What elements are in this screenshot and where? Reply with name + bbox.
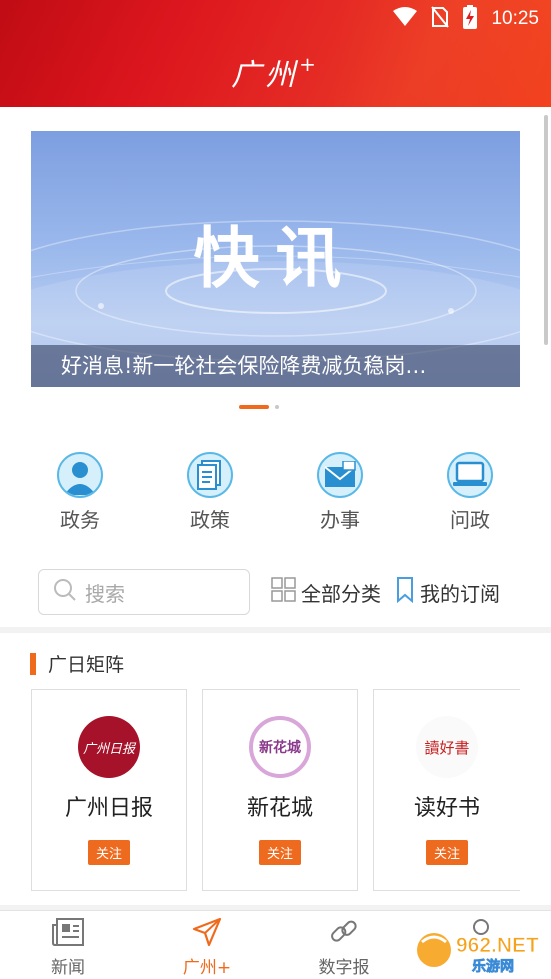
- nav-digital-paper[interactable]: 数字报: [299, 917, 389, 978]
- quick-link-banshi[interactable]: 办事: [300, 452, 380, 533]
- nav-label: 广州+: [182, 958, 232, 978]
- carousel-dot: [275, 405, 279, 409]
- envelope-icon: [317, 452, 363, 498]
- document-icon: [187, 452, 233, 498]
- bookmark-icon: [396, 577, 414, 608]
- no-sim-icon: [431, 6, 450, 32]
- quick-link-label: 问政: [450, 508, 490, 532]
- quick-link-label: 政务: [60, 508, 100, 532]
- nav-guangzhou-plus[interactable]: 广州+: [162, 917, 252, 978]
- nav-news[interactable]: 新闻: [23, 917, 113, 978]
- read-good-books-logo-text: 讀好書: [424, 738, 470, 757]
- matrix-card-guangzhou-daily[interactable]: 广州日报 广州日报 关注: [31, 689, 187, 891]
- my-subscriptions-label: 我的订阅: [420, 582, 500, 606]
- nav-label: 新闻: [51, 958, 85, 978]
- all-categories-label: 全部分类: [301, 582, 381, 606]
- xinhuacheng-logo: 新花城: [249, 716, 311, 778]
- my-subscriptions-button[interactable]: 我的订阅: [396, 577, 500, 608]
- carousel-dot-active: [239, 405, 269, 409]
- quick-link-zhengce[interactable]: 政策: [170, 452, 250, 533]
- matrix-card-xinhuacheng[interactable]: 新花城 新花城 关注: [202, 689, 358, 891]
- watermark-text: 962.NET: [456, 934, 539, 957]
- laptop-icon: [447, 452, 493, 498]
- follow-button[interactable]: 关注: [258, 840, 301, 865]
- carousel-indicator: [239, 405, 279, 409]
- watermark-graphic: 962.NET 乐游网: [417, 933, 539, 975]
- all-categories-button[interactable]: 全部分类: [271, 577, 381, 608]
- xinhuacheng-logo-text: 新花城: [259, 740, 301, 756]
- status-bar: 10:25: [393, 5, 539, 33]
- app-logo-plus: +: [299, 52, 320, 76]
- guangzhou-daily-logo-text: 广州日报: [82, 741, 135, 757]
- link-icon: [328, 920, 360, 951]
- guangzhou-daily-logo: 广州日报: [78, 716, 140, 778]
- watermark-subtext: 乐游网: [472, 958, 514, 974]
- quick-link-label: 办事: [320, 508, 360, 532]
- section-accent-bar: [30, 652, 36, 675]
- banner-title: 快讯: [193, 220, 358, 297]
- card-name: 读好书: [413, 796, 480, 821]
- grid-icon: [271, 577, 297, 608]
- app-header: 10:25 广州+: [0, 0, 551, 107]
- nav-label: 数字报: [318, 958, 370, 978]
- quick-link-label: 政策: [190, 508, 230, 532]
- banner-caption[interactable]: 好消息!新一轮社会保险降费减负稳岗…: [31, 345, 520, 387]
- app-logo-text: 广州: [231, 58, 300, 93]
- section-title: 广日矩阵: [48, 654, 125, 676]
- site-watermark: 962.NET 乐游网: [412, 928, 544, 975]
- search-placeholder: 搜索: [85, 581, 125, 606]
- section-header: 广日矩阵: [30, 650, 124, 677]
- person-icon: [57, 452, 103, 498]
- search-icon: [53, 578, 77, 607]
- wifi-icon: [393, 7, 418, 31]
- status-time: 10:25: [491, 8, 539, 29]
- follow-button[interactable]: 关注: [87, 840, 130, 865]
- card-name: 广州日报: [64, 796, 153, 821]
- search-input[interactable]: 搜索: [38, 569, 250, 615]
- follow-button[interactable]: 关注: [425, 840, 468, 865]
- battery-charging-icon: [463, 5, 478, 33]
- quick-link-zhengwu[interactable]: 政务: [40, 452, 120, 533]
- card-name: 新花城: [246, 796, 313, 821]
- newspaper-icon: [51, 918, 85, 951]
- navigation-arrow-icon: [192, 917, 222, 951]
- matrix-card-read-good-books[interactable]: 讀好書 读好书 关注: [373, 689, 520, 891]
- read-good-books-logo: 讀好書: [416, 716, 478, 778]
- app-logo: 广州+: [0, 50, 551, 94]
- quick-link-wenzheng[interactable]: 问政: [430, 452, 510, 533]
